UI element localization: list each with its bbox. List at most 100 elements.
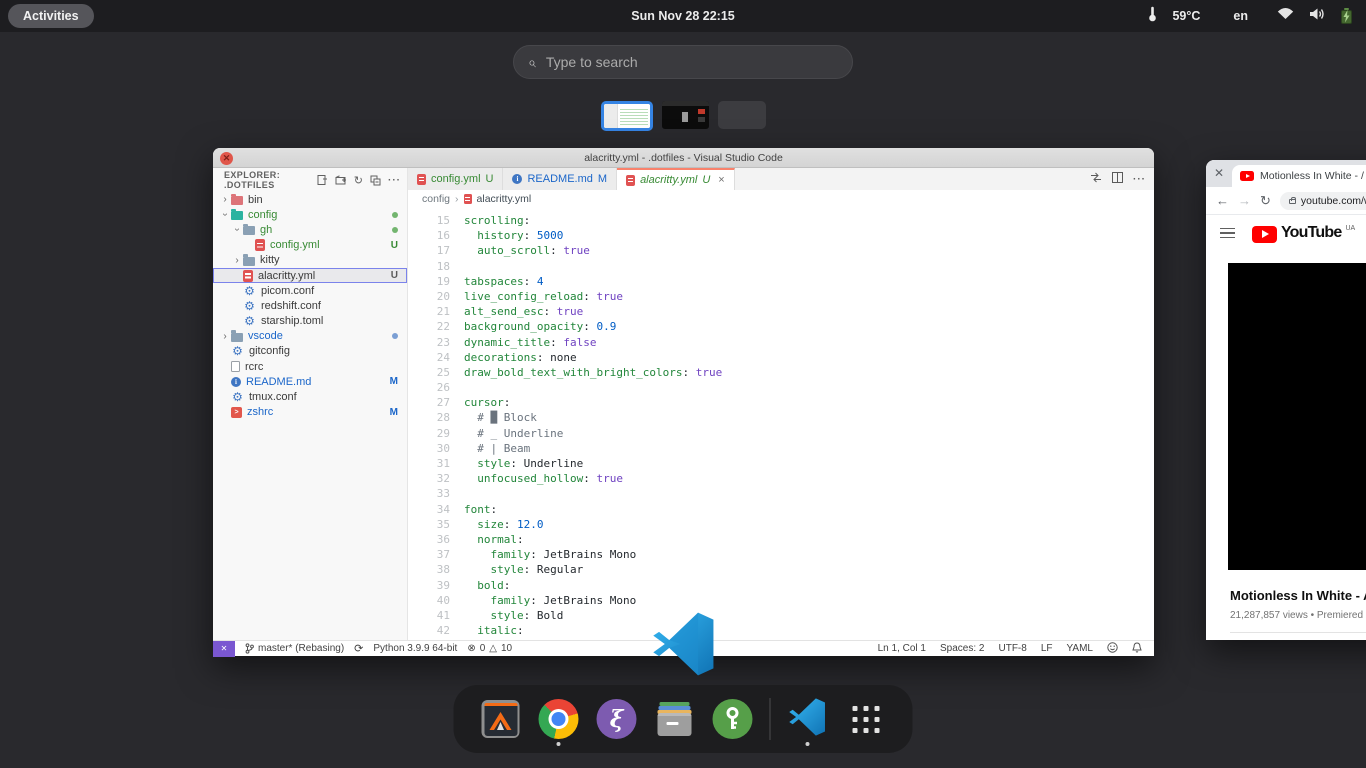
status-item[interactable]: Spaces: 2 (940, 643, 984, 654)
open-changes-icon[interactable] (1090, 170, 1102, 188)
youtube-logo[interactable]: YouTube UA (1252, 224, 1355, 243)
code-line[interactable]: 31 style: Underline (408, 456, 1154, 471)
code-line[interactable]: 20live_config_reload: true (408, 289, 1154, 304)
code-line[interactable]: 24decorations: none (408, 350, 1154, 365)
tree-item-config[interactable]: ›config (213, 207, 407, 222)
code-line[interactable]: 18 (408, 259, 1154, 274)
tree-item-zshrc[interactable]: ›>zshrcM (213, 405, 407, 420)
workspace-thumbnail-empty[interactable] (718, 101, 766, 129)
code-line[interactable]: 33 (408, 486, 1154, 501)
vscode-titlebar[interactable]: ✕ alacritty.yml - .dotfiles - Visual Stu… (213, 148, 1154, 168)
dock-files[interactable] (654, 690, 696, 748)
dock-app-grid[interactable] (845, 690, 887, 748)
dock-chrome[interactable] (538, 690, 580, 748)
system-indicators[interactable]: 59°C en (1148, 0, 1352, 32)
dock-alacritty[interactable] (480, 690, 522, 748)
code-line[interactable]: 42 italic: (408, 623, 1154, 638)
expand-chevron-icon[interactable]: › (232, 224, 243, 236)
tree-item-alacritty.yml[interactable]: ›alacritty.ymlU (213, 268, 407, 283)
tree-item-picom.conf[interactable]: ›⚙picom.conf (213, 283, 407, 298)
tab-config-yml[interactable]: config.yml U (408, 168, 503, 190)
tree-item-vscode[interactable]: ›vscode (213, 329, 407, 344)
breadcrumb-file[interactable]: alacritty.yml (477, 193, 532, 205)
dock-keepass[interactable] (712, 690, 754, 748)
code-line[interactable]: 22background_opacity: 0.9 (408, 319, 1154, 334)
tree-item-bin[interactable]: ›bin (213, 192, 407, 207)
expand-chevron-icon[interactable]: › (219, 331, 231, 342)
breadcrumb-folder[interactable]: config (422, 193, 450, 205)
vscode-window[interactable]: ✕ alacritty.yml - .dotfiles - Visual Stu… (213, 148, 1154, 656)
code-line[interactable]: 40 family: JetBrains Mono (408, 593, 1154, 608)
forward-icon[interactable]: → (1238, 193, 1251, 208)
tree-item-rcrc[interactable]: ›rcrc (213, 359, 407, 374)
breadcrumb[interactable]: config › alacritty.yml (408, 190, 1154, 208)
code-line[interactable]: 29 # _ Underline (408, 426, 1154, 441)
code-line[interactable]: 16 history: 5000 (408, 228, 1154, 243)
code-line[interactable]: 36 normal: (408, 532, 1154, 547)
code-line[interactable]: 15scrolling: (408, 213, 1154, 228)
tab-alacritty-yml[interactable]: alacritty.yml U × (617, 168, 735, 190)
notifications-bell-icon[interactable] (1132, 642, 1142, 656)
code-line[interactable]: 32 unfocused_hollow: true (408, 471, 1154, 486)
remote-indicator[interactable]: ✕ (213, 641, 235, 657)
code-line[interactable]: 38 style: Regular (408, 562, 1154, 577)
new-folder-icon[interactable] (335, 174, 347, 186)
code-line[interactable]: 30 # | Beam (408, 441, 1154, 456)
code-area[interactable]: 15scrolling:16 history: 500017 auto_scro… (408, 208, 1154, 640)
expand-chevron-icon[interactable]: › (220, 209, 231, 221)
code-line[interactable]: 34font: (408, 502, 1154, 517)
refresh-icon[interactable]: ↻ (354, 174, 363, 187)
workspace-thumbnail-youtube[interactable] (662, 101, 709, 129)
code-line[interactable]: 23dynamic_title: false (408, 335, 1154, 350)
expand-chevron-icon[interactable]: › (231, 255, 243, 266)
tab-readme-md[interactable]: i README.md M (503, 168, 617, 190)
tree-item-tmux.conf[interactable]: ›⚙tmux.conf (213, 389, 407, 404)
close-icon[interactable]: ✕ (1214, 166, 1224, 180)
dock-vscode[interactable] (787, 690, 829, 748)
code-line[interactable]: 21alt_send_esc: true (408, 304, 1154, 319)
split-editor-icon[interactable] (1112, 170, 1123, 188)
code-line[interactable]: 28 # █ Block (408, 410, 1154, 425)
chrome-tab-youtube[interactable]: Motionless In White - / (1232, 165, 1366, 187)
address-bar[interactable]: youtube.com/wa (1280, 192, 1366, 210)
video-player[interactable] (1228, 263, 1366, 570)
chrome-window[interactable]: ✕ Motionless In White - / ← → ↻ youtube.… (1206, 160, 1366, 640)
problems-status[interactable]: ⊗ 0 △ 10 (467, 643, 512, 654)
more-icon[interactable]: ··· (388, 175, 401, 186)
tree-item-config.yml[interactable]: ›config.ymlU (213, 238, 407, 253)
code-line[interactable]: 25draw_bold_text_with_bright_colors: tru… (408, 365, 1154, 380)
feedback-smiley-icon[interactable] (1107, 642, 1118, 656)
collapse-all-icon[interactable] (370, 175, 381, 186)
status-item[interactable]: YAML (1067, 643, 1094, 654)
search-input[interactable]: ⌕ Type to search (513, 45, 853, 79)
new-file-icon[interactable] (317, 174, 328, 186)
back-icon[interactable]: ← (1216, 193, 1229, 208)
tree-item-README.md[interactable]: ›iREADME.mdM (213, 374, 407, 389)
code-line[interactable]: 41 style: Bold (408, 608, 1154, 623)
tree-item-kitty[interactable]: ›kitty (213, 253, 407, 268)
workspace-thumbnail-active[interactable] (601, 101, 653, 131)
python-version[interactable]: Python 3.9.9 64-bit (373, 643, 457, 654)
git-branch-status[interactable]: master* (Rebasing) (245, 643, 344, 654)
tree-item-starship.toml[interactable]: ›⚙starship.toml (213, 314, 407, 329)
code-line[interactable]: 19tabspaces: 4 (408, 274, 1154, 289)
code-line[interactable]: 17 auto_scroll: true (408, 243, 1154, 258)
more-actions-icon[interactable]: ··· (1133, 174, 1146, 185)
status-item[interactable]: LF (1041, 643, 1053, 654)
expand-chevron-icon[interactable]: › (219, 194, 231, 205)
status-item[interactable]: Ln 1, Col 1 (878, 643, 926, 654)
tree-item-gitconfig[interactable]: ›⚙gitconfig (213, 344, 407, 359)
tree-item-gh[interactable]: ›gh (213, 222, 407, 237)
menu-icon[interactable] (1220, 225, 1235, 242)
close-tab-icon[interactable]: × (718, 174, 724, 186)
code-line[interactable]: 27cursor: (408, 395, 1154, 410)
code-line[interactable]: 35 size: 12.0 (408, 517, 1154, 532)
code-line[interactable]: 37 family: JetBrains Mono (408, 547, 1154, 562)
code-line[interactable]: 26 (408, 380, 1154, 395)
tree-item-redshift.conf[interactable]: ›⚙redshift.conf (213, 298, 407, 313)
sync-icon[interactable]: ⟳ (354, 642, 363, 655)
reload-icon[interactable]: ↻ (1260, 193, 1271, 209)
status-item[interactable]: UTF-8 (998, 643, 1026, 654)
keyboard-layout-indicator[interactable]: en (1233, 9, 1248, 23)
code-line[interactable]: 39 bold: (408, 578, 1154, 593)
